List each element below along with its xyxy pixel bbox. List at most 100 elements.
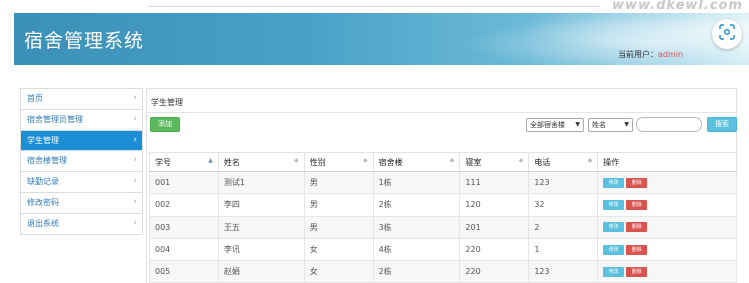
sidebar-item-label: 宿舍楼管理 (27, 156, 67, 166)
panel-divider (146, 112, 737, 113)
sidebar-item-buildings[interactable]: 宿舍楼管理 › (21, 151, 142, 173)
current-user-label: 当前用户： (618, 50, 658, 59)
sort-icon: ◆ (587, 157, 593, 164)
cell-phone: 2 (528, 215, 599, 239)
cell-building: 3栋 (372, 215, 461, 239)
chevron-right-icon: › (133, 93, 137, 103)
search-button[interactable]: 搜索 (707, 117, 737, 132)
top-divider (148, 6, 600, 7)
sidebar-nav: 首页 › 宿舍管理员管理 › 学生管理 › 宿舍楼管理 › 缺勤记录 › 修改密码 › 退出… (20, 88, 143, 235)
cell-name: 赵娟 (217, 260, 305, 283)
search-field-value: 姓名 (592, 121, 606, 129)
cell-student-id: 001 (149, 170, 219, 195)
chevron-right-icon: › (133, 155, 137, 166)
cell-gender: 女 (303, 260, 374, 283)
scan-icon (719, 24, 735, 44)
sidebar-item-home[interactable]: 首页 › (21, 89, 142, 110)
cell-room: 220 (459, 237, 530, 262)
sort-icon: ◆ (518, 157, 524, 164)
delete-button[interactable]: 删除 (626, 266, 648, 277)
current-user-name: admin (658, 50, 684, 59)
delete-button[interactable]: 删除 (626, 244, 648, 255)
column-header-gender[interactable]: 性别 ◆ (303, 152, 374, 172)
edit-button[interactable]: 修改 (603, 222, 625, 233)
column-header-label: 性别 (309, 157, 326, 167)
sidebar-item-dorm-managers[interactable]: 宿舍管理员管理 › (21, 109, 142, 131)
column-header-label: 操作 (603, 157, 620, 167)
sort-icon: ◆ (449, 157, 455, 164)
header-clouds (429, 13, 749, 65)
cell-gender: 男 (303, 215, 374, 239)
sort-asc-icon: ▲ (208, 157, 213, 164)
edit-button[interactable]: 修改 (603, 266, 625, 277)
sidebar-item-label: 首页 (27, 94, 43, 103)
column-header-actions: 操作 (597, 152, 737, 172)
cell-actions: 修改 删除 (597, 193, 737, 217)
watermark: www.dkewl.com (611, 0, 743, 13)
caret-down-icon: ▼ (624, 121, 629, 128)
cell-phone: 123 (528, 260, 599, 283)
cell-building: 4栋 (372, 237, 461, 262)
chevron-right-icon: › (133, 196, 137, 207)
cell-name: 李讯 (217, 237, 305, 262)
cell-actions: 修改 删除 (597, 237, 737, 262)
screenshot-scan-button[interactable] (712, 19, 742, 49)
cell-gender: 女 (303, 237, 374, 262)
sidebar-item-label: 修改密码 (27, 197, 59, 207)
cell-gender: 男 (303, 193, 374, 217)
cell-building: 2栋 (372, 260, 461, 283)
sidebar-item-students[interactable]: 学生管理 › (21, 130, 142, 152)
delete-button[interactable]: 删除 (626, 199, 648, 210)
sidebar-item-absence-records[interactable]: 缺勤记录 › (21, 172, 142, 193)
search-field-select[interactable]: 姓名 ▼ (588, 118, 633, 132)
column-header-label: 寝室 (465, 157, 482, 167)
sidebar-item-change-password[interactable]: 修改密码 › (21, 192, 142, 214)
app-page: www.dkewl.com 宿舍管理系统 当前用户：admin 首页 › 宿舍管理… (0, 0, 749, 283)
delete-button[interactable]: 删除 (626, 222, 648, 233)
table-row: 004 李讯 女 4栋 220 1 修改 删除 (149, 237, 737, 262)
column-header-building[interactable]: 宿舍楼 ◆ (372, 152, 461, 172)
column-header-name[interactable]: 姓名 ◆ (217, 152, 305, 172)
table-row: 005 赵娟 女 2栋 220 123 修改 删除 (149, 260, 737, 283)
chevron-right-icon: › (133, 217, 137, 228)
column-header-student-id[interactable]: 学号 ▲ (149, 152, 219, 172)
app-title: 宿舍管理系统 (24, 30, 145, 52)
table-header-row: 学号 ▲ 姓名 ◆ 性别 ◆ 宿舍楼 ◆ 寝室 ◆ 电话 ◆ 操作 (149, 152, 737, 172)
dorm-filter-value: 全部宿舍楼 (530, 121, 565, 129)
sidebar-item-logout[interactable]: 退出系统 › (21, 213, 142, 235)
edit-button[interactable]: 修改 (603, 177, 625, 188)
cell-building: 2栋 (372, 193, 461, 217)
chevron-right-icon: › (133, 176, 137, 187)
edit-button[interactable]: 修改 (603, 244, 625, 255)
caret-down-icon: ▼ (575, 121, 580, 128)
cell-name: 王五 (217, 215, 305, 239)
cell-phone: 1 (528, 237, 599, 262)
cell-phone: 32 (528, 193, 599, 217)
page-title: 学生管理 (151, 98, 183, 107)
table-row: 003 王五 男 3栋 201 2 修改 删除 (149, 215, 737, 239)
cell-name: 测试1 (217, 170, 305, 195)
cell-room: 120 (459, 193, 530, 217)
students-table: 学号 ▲ 姓名 ◆ 性别 ◆ 宿舍楼 ◆ 寝室 ◆ 电话 ◆ 操作 001 测试1 男 1栋… (149, 152, 737, 283)
column-header-room[interactable]: 寝室 ◆ (459, 152, 530, 172)
cell-room: 201 (459, 215, 530, 239)
cell-gender: 男 (303, 170, 374, 195)
cell-name: 李四 (217, 193, 305, 217)
table-row: 001 测试1 男 1栋 111 123 修改 删除 (149, 170, 737, 195)
sidebar-item-label: 缺勤记录 (27, 177, 59, 187)
sidebar-item-label: 学生管理 (27, 135, 59, 145)
cell-actions: 修改 删除 (597, 170, 737, 195)
cell-student-id: 002 (149, 193, 219, 217)
column-header-phone[interactable]: 电话 ◆ (528, 152, 599, 172)
chevron-right-icon: › (133, 113, 137, 124)
browser-top-strip: www.dkewl.com (0, 0, 749, 13)
column-header-label: 电话 (534, 157, 551, 167)
table-row: 002 李四 男 2栋 120 32 修改 删除 (149, 193, 737, 217)
dorm-filter-select[interactable]: 全部宿舍楼 ▼ (526, 118, 584, 132)
cell-student-id: 005 (149, 260, 219, 283)
add-student-button[interactable]: 添加 (150, 117, 180, 132)
edit-button[interactable]: 修改 (603, 199, 625, 210)
search-input[interactable] (636, 117, 702, 132)
sidebar-item-label: 宿舍管理员管理 (27, 114, 83, 124)
delete-button[interactable]: 删除 (626, 177, 648, 188)
